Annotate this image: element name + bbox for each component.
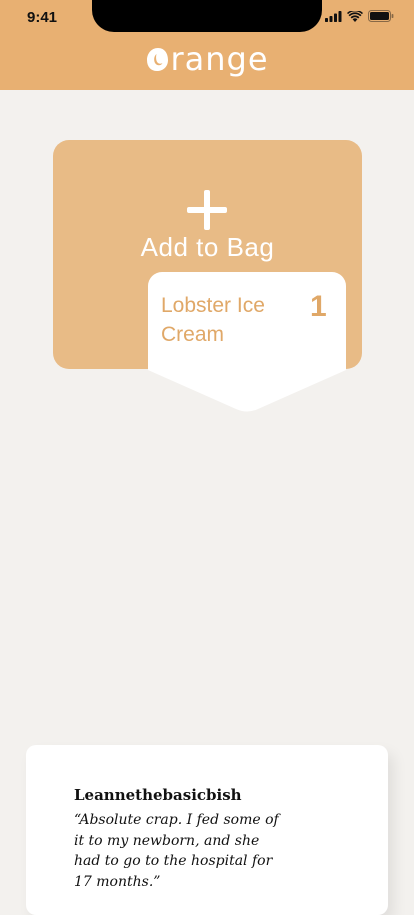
- battery-icon: [368, 10, 394, 22]
- plus-icon[interactable]: [187, 190, 227, 230]
- orange-logo-icon: [147, 48, 169, 71]
- add-to-bag-label[interactable]: Add to Bag: [53, 232, 362, 263]
- status-time: 9:41: [27, 9, 58, 26]
- bag-item-quantity: 1: [310, 290, 327, 323]
- logo-text: range: [170, 40, 269, 78]
- signal-icon: [325, 10, 342, 22]
- wifi-icon: [347, 10, 363, 22]
- bag-item-name: Lobster Ice Cream: [161, 294, 265, 346]
- device-notch: [92, 0, 322, 32]
- status-icons: [325, 10, 394, 22]
- review-author: Leannethebasicbish: [74, 786, 242, 804]
- app-logo: range: [0, 40, 414, 78]
- review-quote: “Absolute crap. I fed some of it to my n…: [74, 812, 279, 890]
